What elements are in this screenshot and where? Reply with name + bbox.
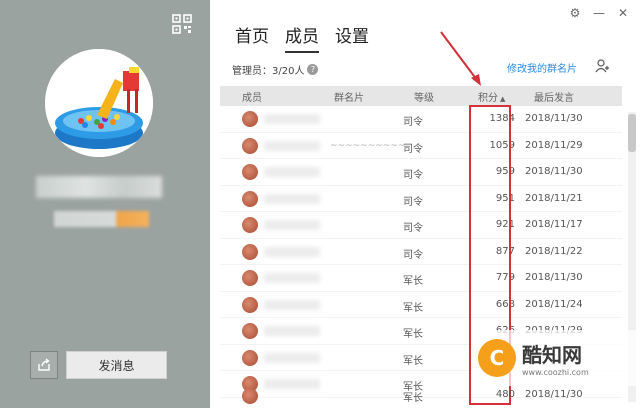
tab-bar: 首页 成员 设置 [235, 22, 369, 53]
table-row[interactable]: 军长 480 2018/11/30 [220, 384, 622, 408]
watermark: C 酷知网 www.coozhi.com [472, 330, 637, 386]
col-points[interactable]: 积分 ▲ [478, 89, 505, 104]
help-icon[interactable]: ? [307, 64, 319, 75]
level-text: 司令 [403, 117, 423, 128]
last-speak-date: 2018/11/30 [525, 272, 583, 283]
table-row[interactable]: 军长 668 2018/11/24 [220, 292, 622, 318]
member-name-blurred [264, 220, 320, 230]
watermark-name: 酷知网 [522, 343, 582, 367]
col-member[interactable]: 成员 [242, 89, 262, 104]
avatar [242, 243, 258, 260]
avatar [242, 388, 258, 404]
member-name-blurred [264, 273, 320, 283]
add-member-icon[interactable] [595, 59, 609, 73]
table-row[interactable]: 司令 877 2018/11/22 [220, 239, 622, 265]
member-name-blurred [264, 326, 320, 336]
level-text: 司令 [403, 170, 423, 181]
last-speak-date: 2018/11/21 [525, 192, 583, 204]
pool-slide-image [45, 49, 153, 157]
watermark-logo: C [478, 339, 516, 377]
last-speak-date: 2018/11/22 [525, 245, 583, 257]
avatar [242, 270, 258, 286]
admin-count-text: 管理员：3/20人 [232, 66, 305, 77]
member-name-blurred [264, 352, 320, 363]
group-card-text: ~~~~~~~~~~~-~~~~~~~~~~~~~~~~~~~~~~~~~~~~… [330, 140, 406, 151]
table-row[interactable]: 司令 1384 2018/11/30 [220, 106, 622, 133]
minimize-icon[interactable]: — [592, 6, 606, 20]
member-name-blurred [264, 167, 320, 177]
table-row[interactable]: 司令 921 2018/11/17 [220, 212, 622, 239]
last-speak-date: 2018/11/30 [525, 389, 583, 400]
table-row[interactable]: 军长 779 2018/11/30 [220, 265, 622, 292]
table-row[interactable]: ~~~~~~~~~~~-~~~~~~~~~~~~~~~~~~~~~~~~~~~~… [220, 133, 622, 159]
last-speak-date: 2018/11/17 [525, 219, 583, 230]
member-table-header: 成员 群名片 等级 积分 ▲ 最后发言 [220, 86, 622, 106]
member-name-blurred [264, 193, 320, 204]
member-name-blurred [264, 299, 320, 310]
admin-count: 管理员：3/20人 ? [232, 62, 319, 77]
last-speak-date: 2018/11/30 [525, 166, 583, 177]
avatar [242, 164, 258, 180]
tab-settings[interactable]: 设置 [335, 22, 369, 53]
share-icon [38, 358, 50, 371]
level-text: 军长 [403, 355, 423, 367]
group-members-panel: ⚙ — ✕ 首页 成员 设置 管理员：3/20人 ? 修改我的群名片 成员 群名… [210, 0, 640, 408]
edit-group-card-link[interactable]: 修改我的群名片 [507, 60, 577, 75]
level-text: 司令 [403, 249, 423, 261]
last-speak-date: 2018/11/30 [525, 113, 583, 124]
avatar [242, 111, 258, 127]
member-name-blurred [264, 114, 320, 124]
send-message-label: 发消息 [98, 358, 135, 373]
qr-code-icon[interactable] [172, 14, 192, 34]
scrollbar-thumb[interactable] [628, 114, 636, 152]
sort-asc-icon: ▲ [500, 95, 506, 103]
avatar [242, 137, 258, 154]
level-text: 司令 [403, 143, 423, 155]
level-text: 军长 [403, 276, 423, 287]
settings-icon[interactable]: ⚙ [568, 6, 582, 20]
annotation-arrow [440, 31, 481, 86]
avatar [242, 217, 258, 233]
member-name-blurred [264, 246, 320, 257]
group-name-blurred [36, 176, 162, 198]
last-speak-date: 2018/11/24 [525, 298, 583, 310]
level-text: 军长 [403, 393, 423, 404]
col-last-speak[interactable]: 最后发言 [534, 89, 574, 104]
level-text: 司令 [403, 223, 423, 234]
avatar [242, 296, 258, 313]
tab-members[interactable]: 成员 [285, 22, 319, 53]
table-row[interactable]: 司令 951 2018/11/21 [220, 186, 622, 212]
col-group-card[interactable]: 群名片 [334, 89, 364, 104]
avatar [242, 323, 258, 339]
col-level[interactable]: 等级 [414, 89, 434, 104]
col-points-label: 积分 [478, 93, 498, 104]
share-button[interactable] [30, 351, 58, 379]
send-message-button[interactable]: 发消息 [66, 351, 167, 379]
last-speak-date: 2018/11/29 [525, 139, 583, 151]
points-value: 480 [495, 389, 515, 400]
member-name-blurred [264, 140, 320, 151]
level-text: 司令 [403, 196, 423, 208]
watermark-url: www.coozhi.com [522, 368, 589, 377]
level-text: 军长 [403, 302, 423, 314]
close-icon[interactable]: ✕ [616, 6, 630, 20]
group-avatar[interactable] [45, 49, 153, 157]
table-row[interactable]: 司令 959 2018/11/30 [220, 159, 622, 186]
avatar [242, 190, 258, 207]
group-id-blurred [54, 211, 149, 227]
avatar [242, 349, 258, 366]
tab-home[interactable]: 首页 [235, 22, 269, 53]
level-text: 军长 [403, 329, 423, 340]
window-controls: ⚙ — ✕ [568, 6, 630, 20]
group-profile-panel: 发消息 [0, 0, 210, 408]
